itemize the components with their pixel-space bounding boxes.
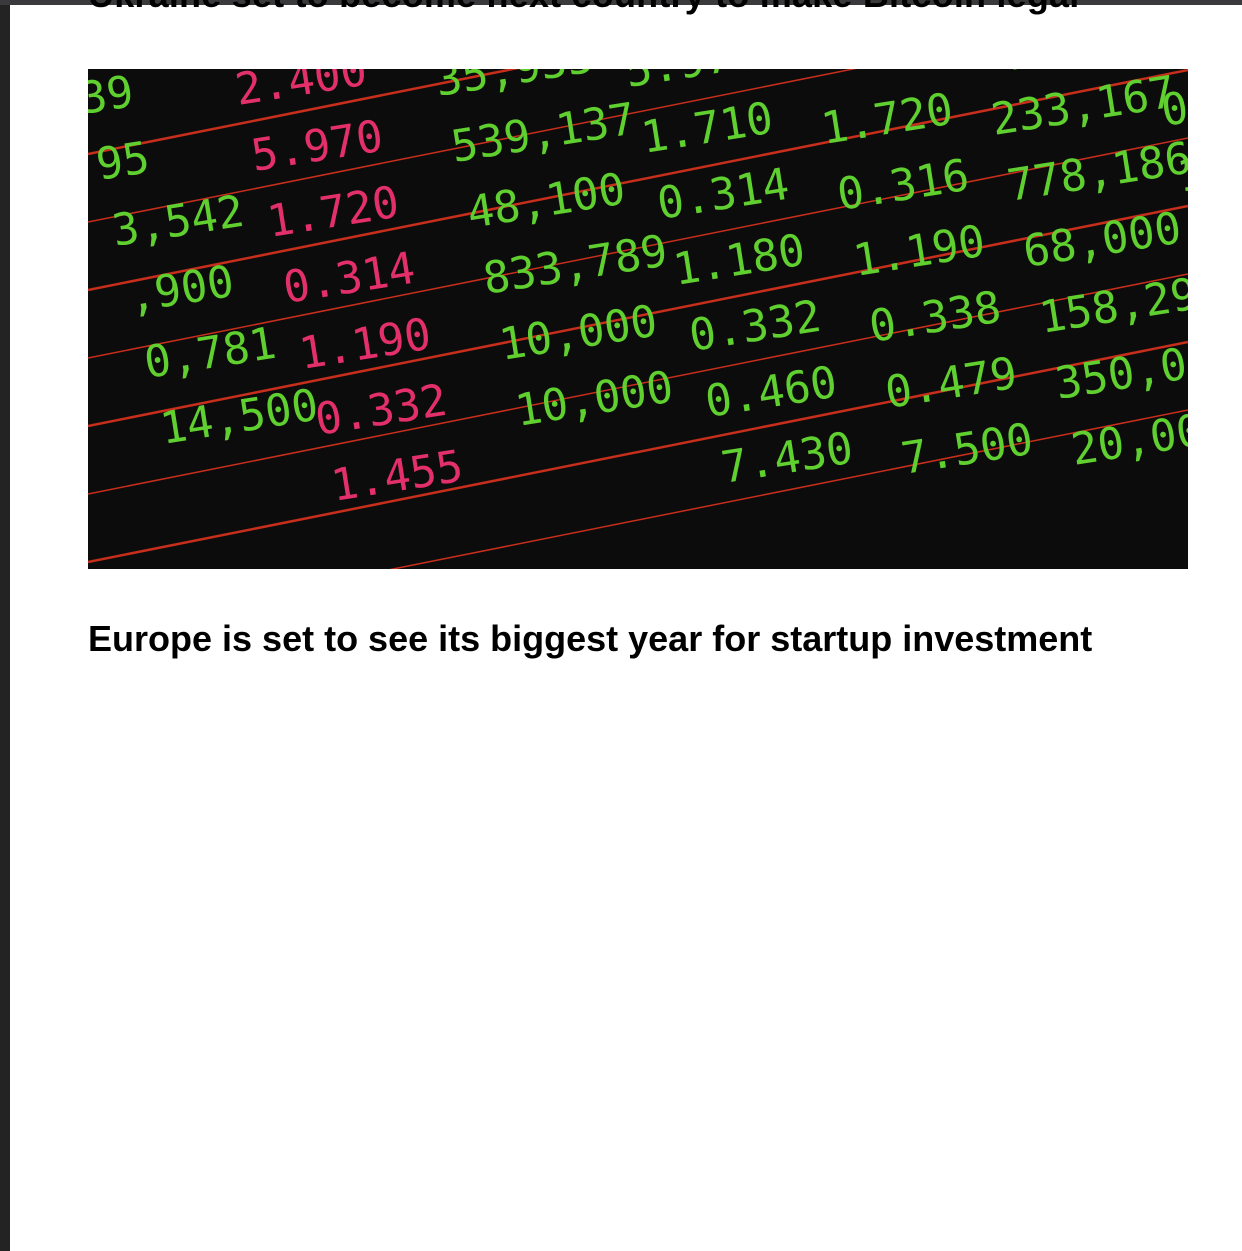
window-left-edge	[0, 0, 10, 1251]
article-headline-europe-startup[interactable]: Europe is set to see its biggest year fo…	[88, 618, 1092, 660]
article-image-stock-board[interactable]: 392.40035,9335.9709,9961.1955.970539,137…	[88, 69, 1188, 569]
ticker-value: 39	[88, 69, 137, 125]
stock-ticker-board-graphic: 392.40035,9335.9709,9961.1955.970539,137…	[88, 69, 1188, 569]
article-headline-bitcoin-ukraine[interactable]: Ukraine set to become next country to ma…	[88, 0, 1079, 16]
ticker-value: 95	[93, 132, 153, 191]
